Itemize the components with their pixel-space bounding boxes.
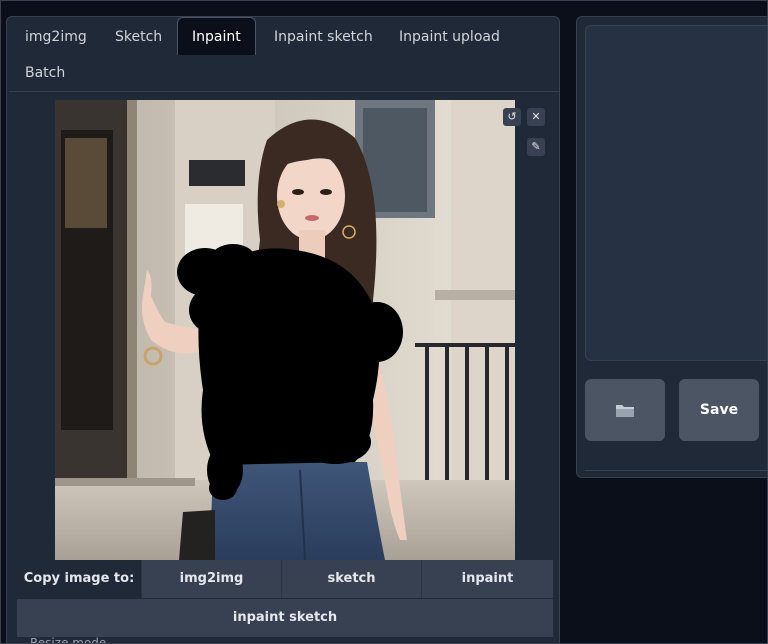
inpaint-canvas[interactable]: [55, 100, 515, 560]
tab-inpaint-sketch[interactable]: Inpaint sketch: [262, 19, 385, 55]
copy-to-inpaint-button[interactable]: inpaint: [421, 560, 553, 598]
tab-bar: img2img Sketch Inpaint Inpaint sketch In…: [7, 17, 561, 95]
brush-icon[interactable]: ✎: [527, 138, 545, 156]
inpaint-editor: ↺ ✕ ✎ Copy image to: img2img sketch inpa…: [9, 91, 559, 644]
output-panel: Save: [576, 16, 768, 478]
undo-icon[interactable]: ↺: [503, 108, 521, 126]
close-icon[interactable]: ✕: [527, 108, 545, 126]
tab-batch[interactable]: Batch: [13, 55, 77, 91]
copy-image-to-row: Copy image to: img2img sketch inpaint: [17, 560, 553, 598]
copy-to-img2img-button[interactable]: img2img: [141, 560, 281, 598]
copy-image-to-label: Copy image to:: [17, 560, 141, 598]
save-button-label: Save: [699, 402, 739, 418]
save-button[interactable]: Save: [679, 379, 759, 441]
copy-to-inpaint-sketch-button[interactable]: inpaint sketch: [17, 599, 553, 637]
divider: [585, 470, 768, 471]
img2img-panel: img2img Sketch Inpaint Inpaint sketch In…: [6, 16, 560, 644]
copy-to-sketch-button[interactable]: sketch: [281, 560, 421, 598]
resize-mode-label: Resize mode: [30, 636, 107, 644]
output-gallery[interactable]: [585, 25, 768, 361]
tab-img2img[interactable]: img2img: [13, 19, 99, 55]
tab-sketch[interactable]: Sketch: [103, 19, 174, 55]
tab-inpaint[interactable]: Inpaint: [177, 17, 256, 55]
open-folder-button[interactable]: [585, 379, 665, 441]
folder-icon: [616, 405, 634, 417]
inpaint-image: [55, 100, 515, 560]
tab-inpaint-upload[interactable]: Inpaint upload: [387, 19, 512, 55]
